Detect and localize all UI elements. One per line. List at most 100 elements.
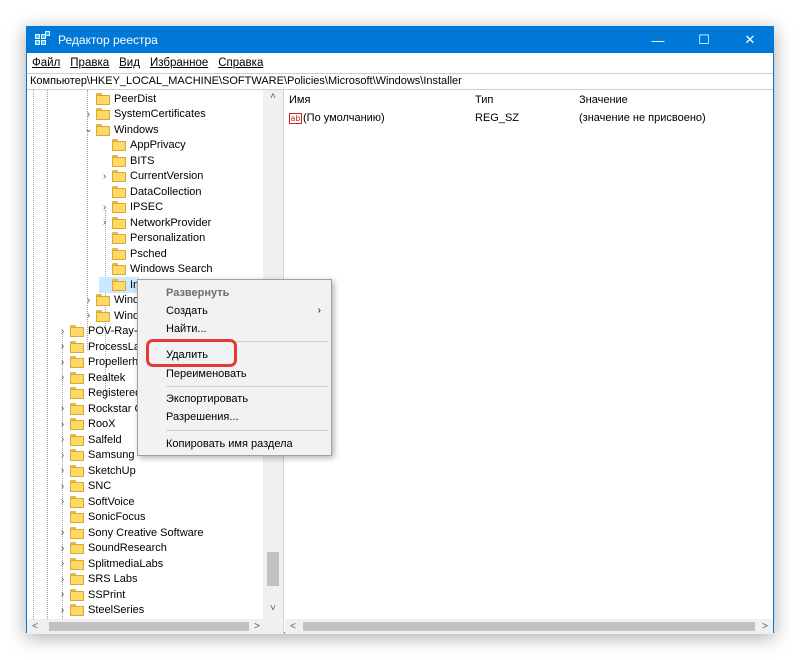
expand-icon[interactable]: › — [57, 527, 68, 538]
list-horizontal-scrollbar[interactable]: < > — [285, 619, 773, 634]
tree-item[interactable]: › Sony Creative Software — [57, 525, 204, 541]
expand-icon[interactable]: › — [57, 326, 68, 337]
expand-icon[interactable]: › — [99, 202, 110, 213]
menu-item-expand[interactable]: Развернуть — [138, 284, 331, 302]
tree-item[interactable]: AppPrivacy — [99, 138, 186, 154]
menu-item-permissions[interactable]: Разрешения... — [138, 408, 331, 426]
value-type: REG_SZ — [475, 112, 520, 124]
menu-item-create[interactable]: Создать › — [138, 302, 331, 320]
tree-item[interactable]: › SketchUp — [57, 463, 136, 479]
tree-item[interactable]: › RooX — [57, 417, 116, 433]
menu-item-rename[interactable]: Переименовать — [138, 365, 331, 383]
tree-item[interactable]: › SoundResearch — [57, 541, 167, 557]
expand-icon[interactable]: › — [57, 450, 68, 461]
tree-item[interactable]: DataCollection — [99, 184, 202, 200]
tree-item[interactable]: Personalization — [99, 231, 205, 247]
tree-item[interactable]: › CurrentVersion — [99, 169, 203, 185]
expand-icon[interactable]: › — [57, 372, 68, 383]
tree-item[interactable]: RegisteredA — [57, 386, 149, 402]
expand-icon[interactable]: › — [57, 403, 68, 414]
menu-item-find[interactable]: Найти... — [138, 320, 331, 338]
expand-icon[interactable]: › — [57, 434, 68, 445]
column-header-value[interactable]: Значение — [579, 94, 628, 106]
list-item[interactable]: ab (По умолчанию) REG_SZ (значение не при… — [285, 112, 773, 128]
column-header-name[interactable]: Имя — [289, 94, 310, 106]
menu-help[interactable]: Справка — [218, 57, 263, 69]
expand-icon[interactable]: › — [99, 171, 110, 182]
address-bar[interactable]: Компьютер\HKEY_LOCAL_MACHINE\SOFTWARE\Po… — [27, 73, 773, 90]
list-hscroll-thumb[interactable] — [303, 622, 755, 631]
tree-item[interactable]: ⌄ Windows — [83, 122, 159, 138]
tree-item[interactable]: › Wind — [83, 308, 139, 324]
tree-item-label: SteelSeries — [88, 604, 145, 617]
tree-item[interactable]: › SoftVoice — [57, 494, 134, 510]
expand-icon[interactable]: › — [57, 605, 68, 616]
tree-item[interactable]: › Salfeld — [57, 432, 122, 448]
tree-horizontal-scrollbar[interactable]: < > — [27, 619, 283, 634]
expand-icon[interactable]: › — [57, 465, 68, 476]
expand-icon[interactable]: › — [83, 295, 94, 306]
collapse-icon[interactable]: ⌄ — [83, 124, 94, 135]
tree-item[interactable]: › SystemCertificates — [83, 107, 206, 123]
window-title: Редактор реестра — [58, 33, 158, 47]
scroll-up-icon[interactable]: ˄ — [263, 91, 283, 105]
tree-item[interactable]: › Wind — [83, 293, 139, 309]
menu-favorites[interactable]: Избранное — [150, 57, 208, 69]
tree-vscroll-thumb[interactable] — [267, 552, 279, 586]
tree-item[interactable]: In — [99, 277, 140, 293]
expand-icon[interactable]: › — [57, 341, 68, 352]
values-list[interactable]: Имя Тип Значение ab (По умолчанию) REG_SZ… — [285, 90, 773, 634]
tree-item[interactable]: › Rockstar Ga — [57, 401, 149, 417]
value-data: (значение не присвоено) — [579, 112, 706, 124]
menu-edit[interactable]: Правка — [70, 57, 109, 69]
menu-view[interactable]: Вид — [119, 57, 140, 69]
expand-icon[interactable]: › — [57, 589, 68, 600]
tree-item[interactable]: › POV-Ray-F — [57, 324, 144, 340]
maximize-button[interactable]: ☐ — [681, 27, 727, 53]
folder-icon — [70, 371, 84, 384]
column-header-type[interactable]: Тип — [475, 94, 493, 106]
minimize-button[interactable]: — — [635, 27, 681, 53]
tree-item[interactable]: › Samsung — [57, 448, 134, 464]
scroll-down-icon[interactable]: ˅ — [263, 603, 283, 617]
tree-item[interactable]: › NetworkProvider — [99, 215, 211, 231]
tree-item[interactable]: › SNC — [57, 479, 111, 495]
tree-item[interactable]: Windows Search — [99, 262, 213, 278]
expand-icon[interactable]: › — [83, 109, 94, 120]
expand-icon[interactable]: › — [57, 357, 68, 368]
expand-icon[interactable]: › — [57, 558, 68, 569]
tree-item[interactable]: SonicFocus — [57, 510, 145, 526]
tree-item[interactable]: BITS — [99, 153, 154, 169]
expand-icon[interactable]: › — [83, 310, 94, 321]
expand-icon[interactable]: › — [57, 574, 68, 585]
expand-icon[interactable]: › — [57, 543, 68, 554]
scroll-right-icon[interactable]: > — [757, 619, 773, 634]
scroll-left-icon[interactable]: < — [285, 619, 301, 634]
tree-item[interactable]: › IPSEC — [99, 200, 163, 216]
tree-item[interactable]: › SteelSeries — [57, 603, 144, 619]
highlight-annotation — [146, 339, 237, 367]
scroll-left-icon[interactable]: < — [27, 619, 43, 634]
tree-hscroll-thumb[interactable] — [49, 622, 249, 631]
expand-icon[interactable]: › — [57, 419, 68, 430]
expand-icon[interactable]: › — [57, 496, 68, 507]
expand-icon[interactable]: › — [99, 217, 110, 228]
tree-item[interactable]: › Propellerhe — [57, 355, 144, 371]
menu-item-export[interactable]: Экспортировать — [138, 390, 331, 408]
menu-file[interactable]: Файл — [32, 57, 60, 69]
tree-item-label: Sony Creative Software — [88, 526, 204, 539]
tree-item[interactable]: › SRS Labs — [57, 572, 138, 588]
menu-item-copy-key-name[interactable]: Копировать имя раздела — [138, 435, 331, 453]
scroll-right-icon[interactable]: > — [249, 619, 265, 634]
folder-icon — [112, 216, 126, 229]
tree-item[interactable]: › SplitmediaLabs — [57, 556, 163, 572]
close-button[interactable]: ✕ — [727, 27, 773, 53]
tree-item[interactable]: › Realtek — [57, 370, 125, 386]
tree-item[interactable]: PeerDist — [83, 91, 156, 107]
tree-item[interactable]: Psched — [99, 246, 167, 262]
expand-icon[interactable]: › — [57, 481, 68, 492]
tree-item[interactable]: › SSPrint — [57, 587, 125, 603]
title-bar[interactable]: Редактор реестра — ☐ ✕ — [27, 27, 773, 53]
tree-item-label: SSPrint — [88, 588, 126, 601]
tree-guide-line — [47, 90, 48, 619]
